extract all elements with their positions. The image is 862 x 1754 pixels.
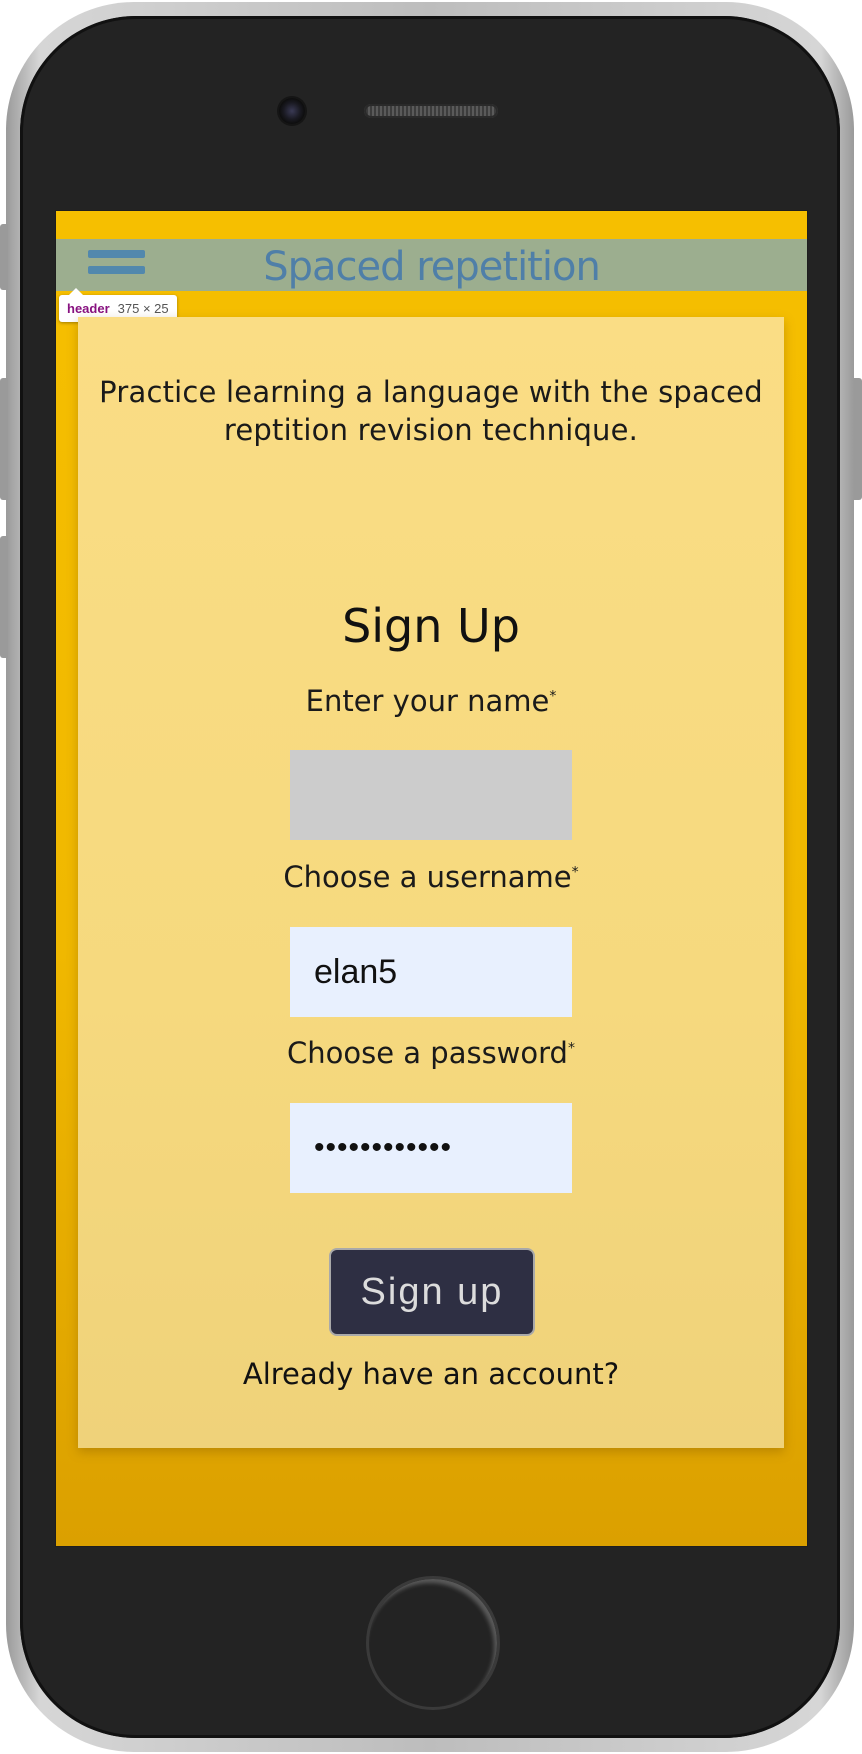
required-marker: *	[571, 864, 579, 881]
earpiece-speaker	[364, 104, 498, 118]
name-label: Enter your name*	[78, 684, 784, 718]
app-title: Spaced repetition	[263, 244, 601, 290]
username-label: Choose a username*	[78, 860, 784, 894]
name-label-text: Enter your name	[305, 684, 550, 718]
tooltip-dimensions: 375 × 25	[117, 301, 169, 316]
username-field[interactable]: elan5	[290, 927, 572, 1017]
required-marker: *	[567, 1040, 575, 1057]
app-screen: Spaced repetition header 375 × 25 Practic…	[55, 210, 808, 1547]
app-header: Spaced repetition	[56, 239, 807, 307]
signup-button[interactable]: Sign up	[329, 1248, 535, 1336]
password-label-text: Choose a password	[287, 1036, 568, 1070]
name-field[interactable]	[290, 750, 572, 840]
form-title: Sign Up	[342, 599, 520, 653]
required-marker: *	[549, 688, 557, 705]
front-camera-icon	[279, 98, 305, 124]
password-field[interactable]: ••••••••••••	[290, 1103, 572, 1193]
tooltip-tag-name: header	[67, 301, 110, 316]
signup-card: Practice learning a language with the sp…	[78, 317, 784, 1448]
login-link[interactable]: Already have an account?	[78, 1357, 784, 1391]
phone-power-button	[854, 378, 862, 500]
username-label-text: Choose a username	[283, 860, 572, 894]
intro-text: Practice learning a language with the sp…	[99, 375, 763, 447]
phone-volume-up-button	[0, 378, 8, 500]
phone-silent-switch	[0, 224, 8, 290]
password-label: Choose a password*	[78, 1036, 784, 1070]
home-button[interactable]	[366, 1576, 500, 1710]
phone-volume-down-button	[0, 536, 8, 658]
